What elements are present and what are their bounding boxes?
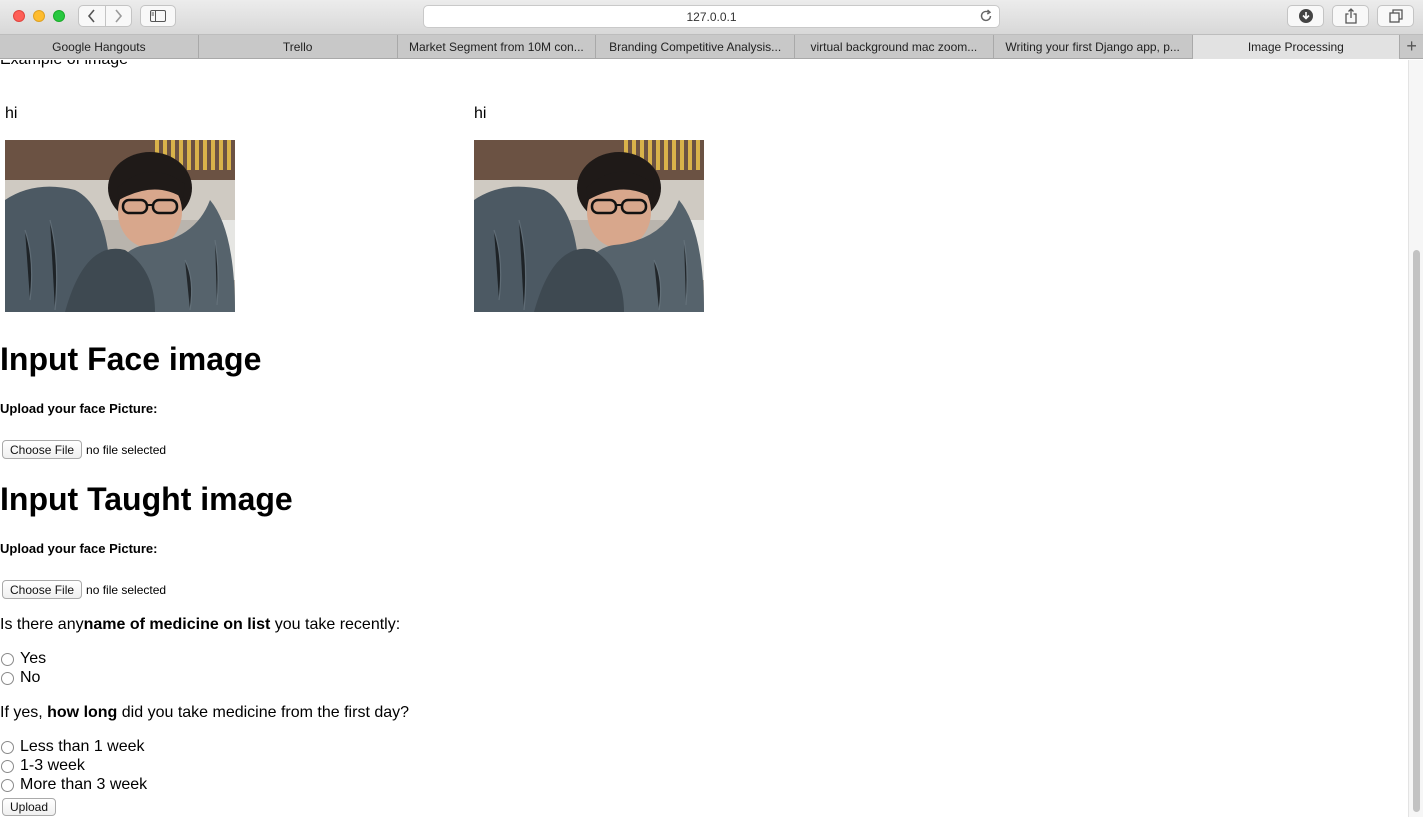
zoom-window-button[interactable] <box>53 10 65 22</box>
upload-submit-button[interactable]: Upload <box>2 798 57 816</box>
face-file-input: Choose File no file selected <box>2 440 166 459</box>
reload-icon <box>980 9 992 22</box>
question-duration-prefix: If yes, <box>0 704 48 721</box>
browser-window: 127.0.0.1 Google Hangouts Trello Market … <box>0 0 1423 817</box>
scrollbar-thumb[interactable] <box>1413 250 1420 812</box>
question-medicine-prefix: Is there any <box>0 616 84 633</box>
taught-section-heading: Input Taught image <box>0 481 293 517</box>
tabs-overview-icon <box>1388 9 1403 23</box>
taught-choose-file-button[interactable]: Choose File <box>2 580 83 599</box>
address-bar[interactable]: 127.0.0.1 <box>423 5 1000 28</box>
image-label-2: hi <box>474 105 487 122</box>
radio-button[interactable] <box>1 740 14 754</box>
reload-button[interactable] <box>979 9 993 26</box>
radio-option-yes[interactable]: Yes <box>1 650 46 668</box>
radio-button[interactable] <box>1 778 14 792</box>
example-photo-1 <box>5 140 235 312</box>
tab-branding-analysis[interactable]: Branding Competitive Analysis... <box>596 35 795 59</box>
tab-trello[interactable]: Trello <box>199 35 398 59</box>
example-photo-2 <box>474 140 704 312</box>
radio-option-less-than-1-week[interactable]: Less than 1 week <box>1 738 145 756</box>
question-medicine-bold: name of medicine on list <box>83 616 271 633</box>
share-button[interactable] <box>1332 5 1369 27</box>
question-medicine: Is there anyname of medicine on list you… <box>0 616 400 634</box>
radio-option-no[interactable]: No <box>1 669 40 687</box>
share-icon <box>1344 8 1357 24</box>
url-text: 127.0.0.1 <box>686 9 737 24</box>
downloads-button[interactable] <box>1287 5 1324 27</box>
question-duration-suffix: did you take medicine from the first day… <box>117 704 410 721</box>
question-duration-bold: how long <box>47 704 118 721</box>
tab-django-tutorial[interactable]: Writing your first Django app, p... <box>994 35 1193 59</box>
back-button[interactable] <box>79 6 105 26</box>
radio-label: No <box>20 669 41 686</box>
example-title: Example of image <box>0 60 128 69</box>
radio-label: 1-3 week <box>20 757 85 774</box>
browser-toolbar: 127.0.0.1 <box>0 0 1423 35</box>
taught-upload-label: Upload your face Picture: <box>0 541 158 556</box>
radio-button[interactable] <box>1 759 14 773</box>
tab-image-processing[interactable]: Image Processing <box>1192 35 1401 59</box>
chevron-right-icon <box>115 9 123 23</box>
forward-button[interactable] <box>104 6 132 26</box>
taught-file-status: no file selected <box>86 582 167 597</box>
face-file-status: no file selected <box>86 442 167 457</box>
radio-label: More than 3 week <box>20 776 148 793</box>
face-choose-file-button[interactable]: Choose File <box>2 440 83 459</box>
taught-file-input: Choose File no file selected <box>2 580 166 599</box>
radio-option-1-3-week[interactable]: 1-3 week <box>1 757 85 775</box>
face-section-heading: Input Face image <box>0 341 262 377</box>
plus-icon: + <box>1406 36 1417 56</box>
question-medicine-suffix: you take recently: <box>270 616 401 633</box>
tab-market-segment[interactable]: Market Segment from 10M con... <box>398 35 597 59</box>
radio-button[interactable] <box>1 671 14 685</box>
new-tab-button[interactable]: + <box>1400 35 1423 58</box>
sidebar-toggle-button[interactable] <box>140 5 176 27</box>
image-label-1: hi <box>5 105 18 122</box>
face-upload-label: Upload your face Picture: <box>0 401 158 416</box>
page-scrollbar[interactable] <box>1408 60 1423 817</box>
radio-label: Yes <box>20 650 47 667</box>
question-duration: If yes, how long did you take medicine f… <box>0 704 409 722</box>
minimize-window-button[interactable] <box>33 10 45 22</box>
chevron-left-icon <box>87 9 95 23</box>
radio-option-more-than-3-week[interactable]: More than 3 week <box>1 776 147 794</box>
radio-label: Less than 1 week <box>20 738 145 755</box>
tab-virtual-background[interactable]: virtual background mac zoom... <box>795 35 994 59</box>
tab-google-hangouts[interactable]: Google Hangouts <box>0 35 199 59</box>
close-window-button[interactable] <box>13 10 25 22</box>
radio-button[interactable] <box>1 652 14 666</box>
tab-bar: Google Hangouts Trello Market Segment fr… <box>0 35 1423 59</box>
page-content: Example of image hi hi <box>0 60 1408 817</box>
history-nav <box>78 5 132 27</box>
tab-overview-button[interactable] <box>1377 5 1414 27</box>
sidebar-icon <box>150 10 166 22</box>
download-icon <box>1298 9 1313 23</box>
